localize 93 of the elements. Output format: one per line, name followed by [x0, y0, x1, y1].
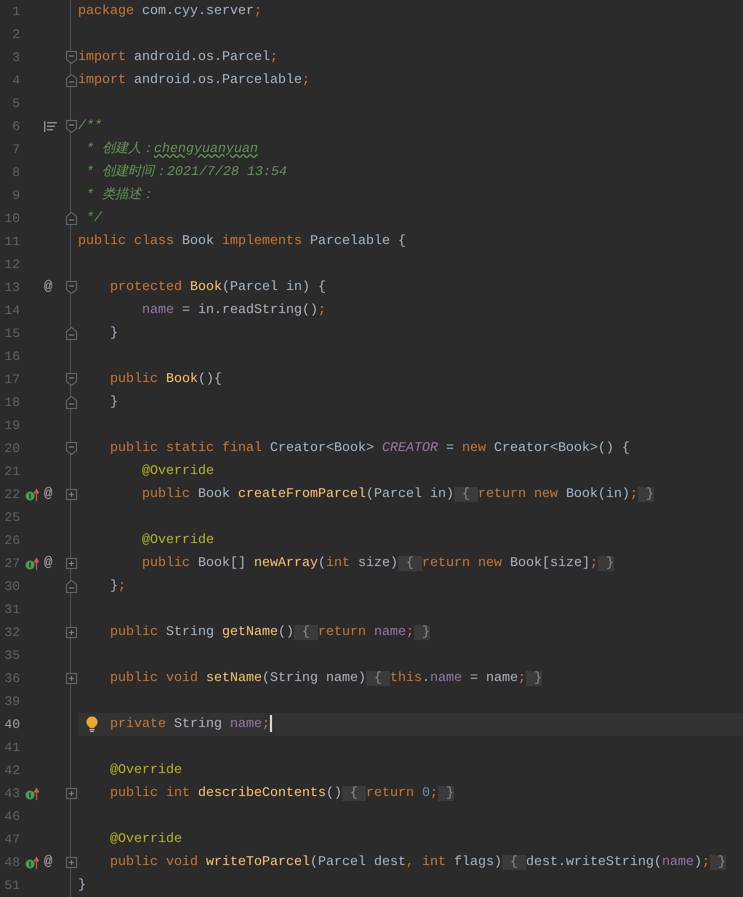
- line-number: 6: [11, 118, 20, 136]
- code-line: }: [108, 394, 118, 412]
- fold-icon[interactable]: [66, 373, 76, 386]
- line-number: 7: [11, 141, 20, 159]
- expand-icon[interactable]: [66, 558, 76, 569]
- code-line: import android.os.Parcel;: [78, 49, 278, 67]
- at-sign-icon[interactable]: @: [44, 552, 52, 575]
- line-number: 11: [3, 233, 20, 251]
- code-line: }: [78, 877, 86, 895]
- line-number: 1: [11, 3, 20, 21]
- line-number: 30: [3, 578, 20, 596]
- line-number: 48: [3, 854, 20, 872]
- code-line: public Book createFromParcel(Parcel in) { return new Book(in); }: [140, 486, 654, 504]
- code-line: * 类描述：: [84, 186, 154, 205]
- circle-arrow-icon[interactable]: [25, 856, 39, 870]
- code-line: /**: [78, 118, 102, 136]
- line-number: 2: [11, 26, 20, 44]
- line-number: 39: [3, 693, 20, 711]
- code-line: public String getName() { return name; }: [108, 624, 430, 642]
- code-line: private String name;: [78, 713, 272, 736]
- fold-icon[interactable]: [66, 327, 76, 340]
- circle-arrow-icon[interactable]: [25, 556, 39, 570]
- code-line: name = in.readString();: [140, 302, 326, 320]
- line-number: 13: [3, 279, 20, 297]
- code-line: public Book[] newArray(int size) { return new Book[size]; }: [140, 555, 614, 573]
- code-line: public void writeToParcel(Parcel dest, int flags) { dest.writeString(name); }: [108, 854, 726, 872]
- line-number: 42: [3, 762, 20, 780]
- code-line: package com.cyy.server;: [78, 3, 262, 21]
- code-line: * 创建时间：2021/7/28 13:54: [84, 163, 287, 182]
- line-number: 35: [3, 647, 20, 665]
- code-line: }: [108, 325, 118, 343]
- line-number: 18: [3, 394, 20, 412]
- line-number: 26: [3, 532, 20, 550]
- line-number: 19: [3, 417, 20, 435]
- line-number: 40: [3, 716, 20, 734]
- line-number: 9: [11, 187, 20, 205]
- line-number: 8: [11, 164, 20, 182]
- code-line: public void setName(String name) { this.name = name; }: [108, 670, 542, 688]
- fold-icon[interactable]: [66, 580, 76, 593]
- line-number: 5: [11, 95, 20, 113]
- code-line: @Override: [108, 831, 182, 849]
- at-sign-icon[interactable]: @: [44, 851, 52, 874]
- line-number: 3: [11, 49, 20, 67]
- line-number: 51: [3, 877, 20, 895]
- fold-icon[interactable]: [66, 51, 76, 64]
- code-line: protected Book(Parcel in) {: [108, 279, 326, 297]
- line-number: 32: [3, 624, 20, 642]
- code-line: * 创建人：chengyuanyuan: [84, 140, 258, 159]
- code-line: @Override: [140, 463, 214, 481]
- fold-icon[interactable]: [66, 74, 76, 87]
- line-number: 27: [3, 555, 20, 573]
- fold-icon[interactable]: [66, 120, 76, 133]
- code-line: public int describeContents() { return 0; }: [108, 785, 454, 803]
- code-line: @Override: [140, 532, 214, 550]
- expand-icon[interactable]: [66, 627, 76, 638]
- expand-icon[interactable]: [66, 673, 76, 684]
- expand-icon[interactable]: [66, 857, 76, 868]
- expand-icon[interactable]: [66, 788, 76, 799]
- line-number: 46: [3, 808, 20, 826]
- line-number: 16: [3, 348, 20, 366]
- line-number: 12: [3, 256, 20, 274]
- circle-arrow-icon[interactable]: [25, 786, 39, 800]
- code-line: };: [108, 578, 126, 596]
- code-line: @Override: [108, 762, 182, 780]
- code-line: public Book(){: [108, 371, 222, 389]
- fold-icon[interactable]: [66, 396, 76, 409]
- line-number: 21: [3, 463, 20, 481]
- code-line: */: [84, 210, 102, 228]
- line-number: 22: [3, 486, 20, 504]
- code-line: import android.os.Parcelable;: [78, 72, 310, 90]
- expand-icon[interactable]: [66, 489, 76, 500]
- line-number: 14: [3, 302, 20, 320]
- line-number: 15: [3, 325, 20, 343]
- line-number: 10: [3, 210, 20, 228]
- code-line: public static final Creator<Book> CREATOR = new Creator<Book>() {: [108, 440, 630, 458]
- line-number: 41: [3, 739, 20, 757]
- line-number: 4: [11, 72, 20, 90]
- code-line: public class Book implements Parcelable {: [78, 233, 406, 251]
- at-sign-icon[interactable]: @: [44, 276, 52, 299]
- line-number: 43: [3, 785, 20, 803]
- lightbulb-icon[interactable]: [86, 716, 98, 732]
- line-number: 36: [3, 670, 20, 688]
- at-sign-icon[interactable]: @: [44, 483, 52, 506]
- fold-icon[interactable]: [66, 281, 76, 294]
- fold-icon[interactable]: [66, 212, 76, 225]
- fold-icon[interactable]: [66, 442, 76, 455]
- line-number: 20: [3, 440, 20, 458]
- line-number: 25: [3, 509, 20, 527]
- line-number: 17: [3, 371, 20, 389]
- line-number: 47: [3, 831, 20, 849]
- circle-arrow-icon[interactable]: [25, 488, 39, 502]
- list-icon[interactable]: [44, 121, 57, 132]
- line-number: 31: [3, 601, 20, 619]
